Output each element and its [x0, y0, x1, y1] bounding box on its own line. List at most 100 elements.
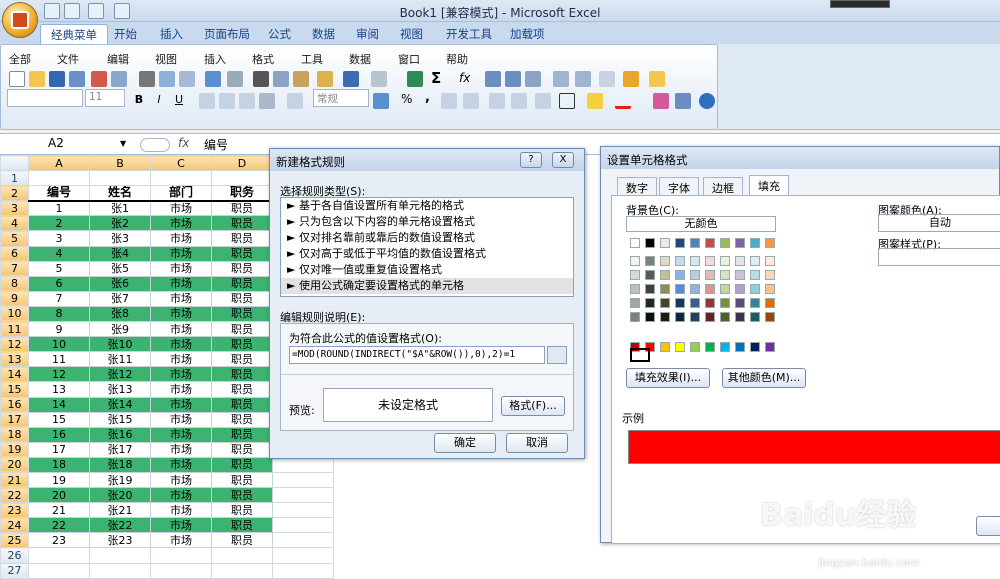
- italic-button[interactable]: I: [151, 93, 167, 109]
- chart-icon[interactable]: [553, 71, 569, 87]
- cell[interactable]: 张4: [89, 245, 151, 262]
- row-header[interactable]: 10: [0, 305, 29, 323]
- color-swatch[interactable]: [705, 342, 715, 352]
- cell[interactable]: [28, 562, 90, 579]
- menu-insert[interactable]: 插入: [204, 51, 226, 67]
- cell[interactable]: 职务: [211, 185, 273, 202]
- ok-button-partial[interactable]: [976, 516, 1000, 536]
- cell[interactable]: 21: [28, 502, 90, 519]
- cell[interactable]: 市场: [150, 351, 212, 368]
- color-swatch[interactable]: [690, 342, 700, 352]
- bold-button[interactable]: B: [131, 93, 147, 109]
- cell[interactable]: [89, 562, 151, 579]
- cell[interactable]: 职员: [211, 441, 273, 458]
- row-header[interactable]: 24: [0, 517, 29, 534]
- color-swatch[interactable]: [645, 284, 655, 294]
- color-swatch[interactable]: [675, 342, 685, 352]
- color-swatch[interactable]: [690, 298, 700, 308]
- list-item[interactable]: ► 仅对唯一值或重复值设置格式: [281, 262, 573, 278]
- cell[interactable]: [272, 502, 334, 519]
- cell[interactable]: 市场: [150, 230, 212, 247]
- cell[interactable]: 姓名: [89, 185, 151, 202]
- ok-button[interactable]: 确定: [434, 433, 496, 453]
- color-swatch[interactable]: [630, 270, 640, 280]
- color-swatch[interactable]: [735, 270, 745, 280]
- email-icon[interactable]: [111, 71, 127, 87]
- tab-border[interactable]: 边框: [703, 177, 743, 195]
- cell[interactable]: 15: [28, 411, 90, 428]
- color-swatch[interactable]: [630, 256, 640, 266]
- cell[interactable]: [272, 547, 334, 564]
- cell[interactable]: 市场: [150, 275, 212, 292]
- cell[interactable]: [272, 487, 334, 504]
- cell[interactable]: 职员: [211, 487, 273, 504]
- color-swatch[interactable]: [750, 284, 760, 294]
- cell[interactable]: 5: [28, 260, 90, 277]
- cell[interactable]: 张19: [89, 471, 151, 489]
- color-swatch[interactable]: [720, 312, 730, 322]
- color-swatch[interactable]: [675, 284, 685, 294]
- cell[interactable]: 张21: [89, 502, 151, 519]
- cell[interactable]: 14: [28, 396, 90, 413]
- color-swatch[interactable]: [675, 238, 685, 248]
- font-name-combo[interactable]: [7, 89, 83, 107]
- row-header[interactable]: 18: [0, 426, 29, 443]
- cell[interactable]: 职员: [211, 381, 273, 398]
- color-swatch[interactable]: [735, 298, 745, 308]
- color-swatch[interactable]: [660, 284, 670, 294]
- color-swatch[interactable]: [630, 312, 640, 322]
- permission-icon[interactable]: [69, 71, 85, 87]
- color-swatch[interactable]: [705, 238, 715, 248]
- underline-button[interactable]: U: [171, 93, 187, 109]
- redo-icon[interactable]: [88, 3, 104, 19]
- decrease-decimal-icon[interactable]: [463, 93, 479, 109]
- formula-input[interactable]: =MOD(ROUND(INDIRECT("$A"&ROW()),0),2)=1: [289, 346, 545, 364]
- cell[interactable]: 市场: [150, 396, 212, 413]
- cell[interactable]: 20: [28, 487, 90, 504]
- row-header[interactable]: 23: [0, 502, 29, 519]
- print-preview-icon[interactable]: [159, 71, 175, 87]
- cell[interactable]: [272, 562, 334, 579]
- number-format-combo[interactable]: 常规: [313, 89, 369, 107]
- cell[interactable]: 3: [28, 230, 90, 247]
- pattern-color-select[interactable]: 自动: [878, 214, 1000, 232]
- column-header-c[interactable]: C: [150, 154, 212, 172]
- cell[interactable]: [28, 547, 90, 564]
- tab-font[interactable]: 字体: [659, 177, 699, 195]
- help-button[interactable]: ?: [520, 152, 542, 168]
- menu-format[interactable]: 格式: [252, 51, 274, 67]
- cell[interactable]: 市场: [150, 471, 212, 489]
- tab-number[interactable]: 数字: [617, 177, 657, 195]
- cell[interactable]: 张9: [89, 321, 151, 338]
- color-swatch[interactable]: [720, 284, 730, 294]
- cell[interactable]: 市场: [150, 456, 212, 473]
- tab-data[interactable]: 数据: [302, 24, 345, 44]
- color-swatch[interactable]: [660, 270, 670, 280]
- cell[interactable]: [211, 562, 273, 579]
- color-swatch[interactable]: [660, 342, 670, 352]
- pdf-icon[interactable]: [91, 71, 107, 87]
- color-swatch[interactable]: [735, 312, 745, 322]
- collapse-dialog-icon[interactable]: [547, 346, 567, 364]
- cell[interactable]: 职员: [211, 366, 273, 383]
- column-header-b[interactable]: B: [89, 154, 151, 172]
- cell[interactable]: 部门: [150, 185, 212, 202]
- cell[interactable]: 张22: [89, 517, 151, 534]
- row-header[interactable]: 9: [0, 290, 29, 307]
- color-swatch[interactable]: [750, 256, 760, 266]
- cell[interactable]: 职员: [211, 215, 273, 232]
- color-swatch[interactable]: [765, 238, 775, 248]
- color-swatch[interactable]: [750, 270, 760, 280]
- row-header[interactable]: 27: [0, 562, 29, 579]
- list-item-selected[interactable]: ► 使用公式确定要设置格式的单元格: [281, 278, 573, 294]
- cell[interactable]: 职员: [211, 290, 273, 307]
- cell[interactable]: [272, 532, 334, 549]
- cell[interactable]: [272, 517, 334, 534]
- cell[interactable]: 张11: [89, 351, 151, 368]
- cell[interactable]: 张23: [89, 532, 151, 549]
- close-button[interactable]: X: [552, 152, 574, 168]
- open-folder-icon[interactable]: [29, 71, 45, 87]
- cell[interactable]: 市场: [150, 215, 212, 232]
- cell[interactable]: [211, 170, 273, 187]
- color-swatch[interactable]: [705, 270, 715, 280]
